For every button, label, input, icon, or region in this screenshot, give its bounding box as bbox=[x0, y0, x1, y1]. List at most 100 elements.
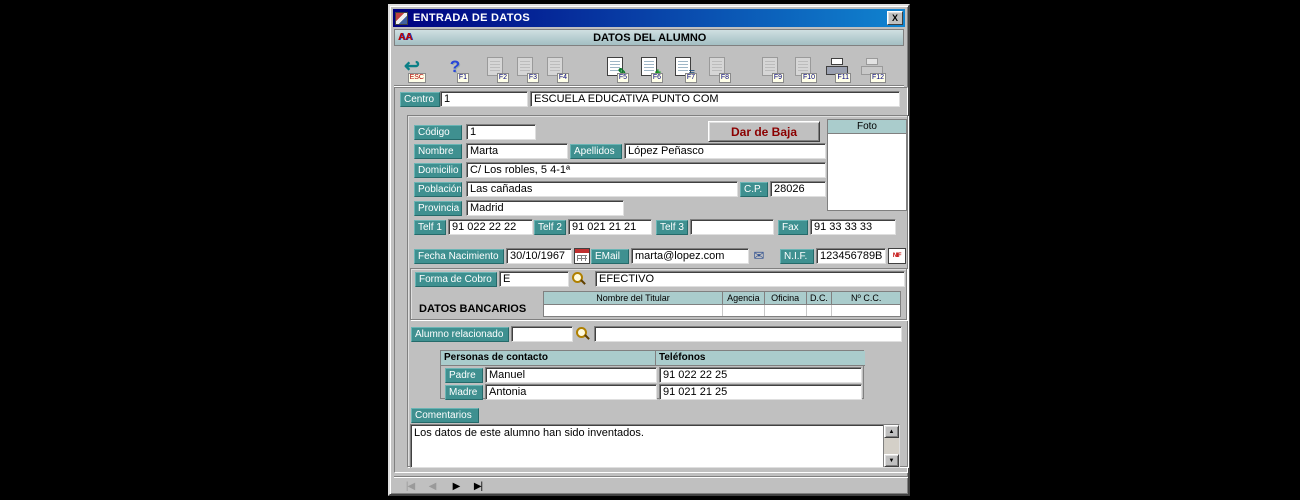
last-record-button[interactable]: ▶| bbox=[468, 479, 488, 494]
window-title: ENTRADA DE DATOS bbox=[413, 12, 531, 24]
forma-cobro-desc-field[interactable]: EFECTIVO bbox=[595, 271, 905, 287]
telf2-field[interactable]: 91 021 21 21 bbox=[568, 219, 652, 235]
bank-dc-cell[interactable] bbox=[807, 305, 833, 316]
key-label-f9: F9 bbox=[771, 73, 784, 83]
toolbar-f2-button: F2 bbox=[480, 50, 510, 83]
key-label-f3: F3 bbox=[526, 73, 539, 83]
bank-data-row bbox=[543, 304, 901, 317]
contacts-header-telefonos: Teléfonos bbox=[655, 351, 865, 366]
form-header: AA DATOS DEL ALUMNO bbox=[394, 29, 904, 46]
padre-name-field[interactable]: Manuel bbox=[485, 367, 657, 383]
bank-agencia-cell[interactable] bbox=[723, 305, 765, 316]
form-title: DATOS DEL ALUMNO bbox=[593, 31, 707, 44]
centro-name-field[interactable]: ESCUELA EDUCATIVA PUNTO COM bbox=[530, 91, 900, 107]
exit-button[interactable]: ↩ ESC bbox=[397, 50, 427, 83]
search-icon[interactable] bbox=[575, 326, 590, 341]
domicilio-field[interactable]: C/ Los robles, 5 4-1ª bbox=[466, 162, 826, 178]
toolbar-f9-button: F9 bbox=[755, 50, 785, 83]
bank-header-dc: D.C. bbox=[807, 292, 833, 304]
list-records-button[interactable]: ≡ F7 bbox=[668, 50, 698, 83]
alumno-relacionado-name-field[interactable] bbox=[594, 326, 902, 342]
comentarios-textarea[interactable]: Los datos de este alumno han sido invent… bbox=[410, 424, 900, 468]
nif-field[interactable]: 123456789B bbox=[816, 248, 886, 264]
app-window: ENTRADA DE DATOS X AA DATOS DEL ALUMNO ↩… bbox=[388, 4, 910, 496]
new-record-button[interactable]: + F6 bbox=[634, 50, 664, 83]
poblacion-field[interactable]: Las cañadas bbox=[466, 181, 738, 197]
photo-panel: Foto bbox=[827, 119, 907, 211]
fax-field[interactable]: 91 33 33 33 bbox=[810, 219, 896, 235]
madre-phone-field[interactable]: 91 021 21 25 bbox=[659, 384, 862, 400]
toolbar-f8-button: F8 bbox=[702, 50, 732, 83]
key-label-f5: F5 bbox=[616, 73, 629, 83]
toolbar-f10-button: F10 bbox=[788, 50, 818, 83]
key-label-f10: F10 bbox=[800, 73, 817, 83]
provincia-field[interactable]: Madrid bbox=[466, 200, 624, 216]
bank-ncc-cell[interactable] bbox=[832, 305, 900, 316]
centro-code-field[interactable]: 1 bbox=[440, 91, 528, 107]
student-panel: Código 1 Dar de Baja Foto Nombre Marta A… bbox=[407, 115, 908, 468]
email-icon[interactable]: ✉ bbox=[751, 248, 767, 264]
title-bar[interactable]: ENTRADA DE DATOS X bbox=[393, 9, 905, 27]
toolbar: ↩ ESC ? F1 F2 F3 F4 ✎ F5 + F6 bbox=[394, 47, 904, 86]
forma-cobro-group: Forma de Cobro E EFECTIVO DATOS BANCARIO… bbox=[410, 268, 907, 320]
fecha-nacimiento-field[interactable]: 30/10/1967 bbox=[506, 248, 572, 264]
codigo-field[interactable]: 1 bbox=[466, 124, 536, 140]
scroll-down-icon[interactable]: ▼ bbox=[884, 454, 899, 467]
previous-record-button: ◀ bbox=[428, 481, 437, 492]
dar-de-baja-button[interactable]: Dar de Baja bbox=[708, 121, 820, 142]
key-label-f7: F7 bbox=[684, 73, 697, 83]
key-label-f11: F11 bbox=[835, 73, 851, 83]
domicilio-label: Domicilio bbox=[414, 163, 462, 178]
close-button[interactable]: X bbox=[887, 11, 903, 25]
calendar-icon[interactable] bbox=[574, 248, 590, 264]
key-label-f8: F8 bbox=[718, 73, 731, 83]
email-field[interactable]: marta@lopez.com bbox=[631, 248, 749, 264]
bank-table: Nombre del Titular Agencia Oficina D.C. … bbox=[543, 291, 901, 317]
email-label: EMail bbox=[591, 249, 629, 264]
scroll-up-icon[interactable]: ▲ bbox=[884, 425, 899, 438]
apellidos-field[interactable]: López Peñasco bbox=[624, 143, 826, 159]
forma-cobro-code-field[interactable]: E bbox=[499, 271, 569, 287]
content-panel: Centro 1 ESCUELA EDUCATIVA PUNTO COM Cód… bbox=[394, 87, 908, 473]
poblacion-label: Población bbox=[414, 182, 462, 197]
edit-record-button[interactable]: ✎ F5 bbox=[600, 50, 630, 83]
padre-label: Padre bbox=[445, 368, 483, 383]
bank-header-row: Nombre del Titular Agencia Oficina D.C. … bbox=[543, 291, 901, 304]
fax-label: Fax bbox=[778, 220, 808, 235]
photo-label: Foto bbox=[828, 120, 906, 134]
telf1-field[interactable]: 91 022 22 22 bbox=[448, 219, 533, 235]
bank-header-agencia: Agencia bbox=[723, 292, 765, 304]
nif-icon[interactable]: NIF bbox=[888, 248, 906, 264]
bank-titular-cell[interactable] bbox=[544, 305, 723, 316]
madre-name-field[interactable]: Antonia bbox=[485, 384, 657, 400]
help-button[interactable]: ? F1 bbox=[440, 50, 470, 83]
toolbar-f4-button: F4 bbox=[540, 50, 570, 83]
comments-scrollbar[interactable]: ▲ ▼ bbox=[883, 425, 899, 467]
telf3-label: Telf 3 bbox=[656, 220, 688, 235]
cp-field[interactable]: 28026 bbox=[770, 181, 826, 197]
padre-phone-field[interactable]: 91 022 22 25 bbox=[659, 367, 862, 383]
alumno-relacionado-code-field[interactable] bbox=[511, 326, 573, 342]
telf3-field[interactable] bbox=[690, 219, 774, 235]
fecha-nacimiento-label: Fecha Nacimiento bbox=[414, 249, 504, 264]
key-label-f12: F12 bbox=[869, 73, 886, 83]
key-label-f2: F2 bbox=[496, 73, 509, 83]
font-icon: AA bbox=[398, 32, 413, 43]
bank-header-ncc: Nº C.C. bbox=[851, 293, 882, 303]
nombre-field[interactable]: Marta bbox=[466, 143, 568, 159]
comentarios-text: Los datos de este alumno han sido invent… bbox=[414, 427, 644, 439]
bank-oficina-cell[interactable] bbox=[765, 305, 807, 316]
comentarios-label: Comentarios bbox=[411, 408, 479, 423]
cp-label: C.P. bbox=[740, 182, 768, 197]
print-button[interactable]: F11 bbox=[822, 50, 852, 83]
bank-header-titular: Nombre del Titular bbox=[544, 292, 723, 304]
madre-label: Madre bbox=[445, 385, 483, 400]
key-label-esc: ESC bbox=[407, 73, 426, 83]
toolbar-f12-button: F12 bbox=[857, 50, 887, 83]
key-label-f1: F1 bbox=[456, 73, 469, 83]
first-record-button: |◀ bbox=[405, 481, 415, 492]
next-record-button[interactable]: ▶ bbox=[446, 479, 466, 494]
contacts-header-personas: Personas de contacto bbox=[441, 351, 655, 366]
search-icon[interactable] bbox=[571, 271, 586, 286]
centro-label: Centro bbox=[400, 92, 440, 107]
